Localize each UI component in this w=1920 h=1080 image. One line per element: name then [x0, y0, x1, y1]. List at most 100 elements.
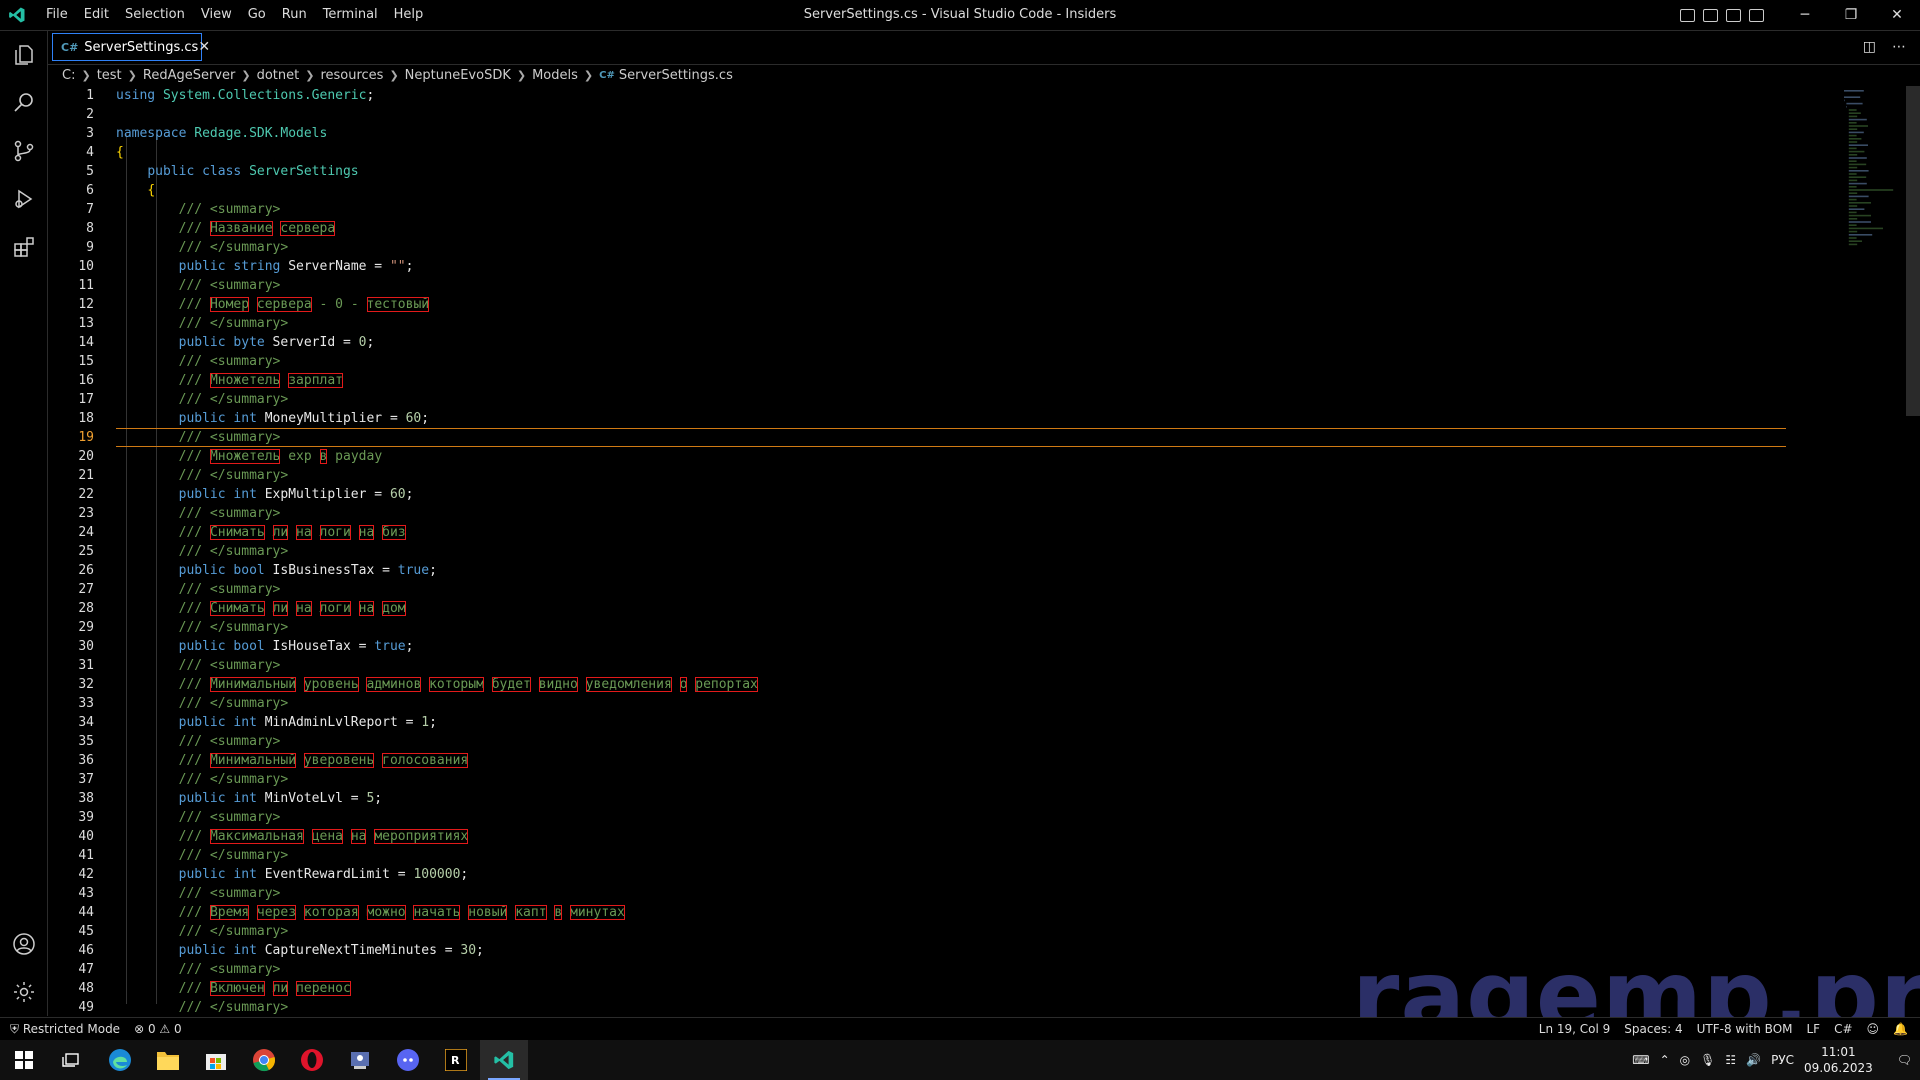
notification-center-icon[interactable]: 🗨 — [1897, 1053, 1912, 1067]
code-line[interactable]: /// Множетель зарплат — [116, 371, 1836, 390]
file-explorer-icon[interactable] — [144, 1040, 192, 1080]
code-line[interactable]: { — [116, 181, 1836, 200]
language-mode[interactable]: C# — [1834, 1022, 1852, 1036]
menu-help[interactable]: Help — [386, 0, 432, 30]
minimize-button[interactable]: ─ — [1782, 0, 1828, 30]
microphone-icon[interactable]: 🎙 — [1700, 1053, 1715, 1067]
code-line[interactable]: /// <summary> — [116, 732, 1836, 751]
breadcrumb-item[interactable]: C: — [62, 68, 75, 83]
code-line[interactable]: /// </summary> — [116, 922, 1836, 941]
network-icon[interactable]: ☷ — [1725, 1053, 1736, 1067]
code-line[interactable]: /// Минимальный уверовень голосования — [116, 751, 1836, 770]
restricted-mode-item[interactable]: ⛨ Restricted Mode — [10, 1022, 120, 1037]
code-line[interactable]: /// <summary> — [116, 428, 1786, 447]
code-line[interactable]: public int ExpMultiplier = 60; — [116, 485, 1836, 504]
input-language[interactable]: РУС — [1771, 1053, 1794, 1067]
more-actions-icon[interactable]: ⋯ — [1892, 39, 1906, 55]
camera-icon[interactable]: ◎ — [1680, 1053, 1690, 1067]
problems-item[interactable]: ⊗ 0 ⚠ 0 — [134, 1022, 182, 1036]
opera-icon[interactable] — [288, 1040, 336, 1080]
manage-gear-icon[interactable] — [0, 968, 47, 1016]
code-line[interactable]: /// <summary> — [116, 276, 1836, 295]
menu-view[interactable]: View — [193, 0, 240, 30]
code-line[interactable]: /// Снимать ли на логи на биз — [116, 523, 1836, 542]
code-line[interactable]: using System.Collections.Generic; — [116, 86, 1836, 105]
menu-terminal[interactable]: Terminal — [315, 0, 386, 30]
breadcrumb-item[interactable]: Models — [532, 68, 578, 83]
code-line[interactable]: /// Номер сервера - 0 - тестовый — [116, 295, 1836, 314]
indentation[interactable]: Spaces: 4 — [1624, 1022, 1682, 1036]
code-line[interactable]: namespace Redage.SDK.Models — [116, 124, 1836, 143]
code-line[interactable]: /// Множетель exp в payday — [116, 447, 1836, 466]
breadcrumb-item[interactable]: RedAgeServer — [143, 68, 235, 83]
code-line[interactable]: /// Максимальная цена на мероприятиях — [116, 827, 1836, 846]
run-debug-icon[interactable] — [0, 175, 47, 223]
code-line[interactable]: /// </summary> — [116, 542, 1836, 561]
breadcrumb-item[interactable]: ServerSettings.cs — [619, 68, 733, 83]
code-line[interactable]: /// <summary> — [116, 352, 1836, 371]
breadcrumb-item[interactable]: test — [97, 68, 122, 83]
menu-selection[interactable]: Selection — [117, 0, 193, 30]
code-line[interactable] — [116, 105, 1836, 124]
code-editor[interactable]: 1 2 3 4 5 6 7 8 9 10 11 12 13 14 15 16 17 18 19 20 21 22 23 24 2… — [48, 86, 1920, 1016]
code-line[interactable]: /// <summary> — [116, 656, 1836, 675]
code-line[interactable]: /// Минимальный уровень админов которым … — [116, 675, 1836, 694]
store-icon[interactable] — [192, 1040, 240, 1080]
accounts-icon[interactable] — [0, 920, 47, 968]
toggle-panel-icon[interactable] — [1703, 8, 1718, 22]
code-line[interactable]: public int EventRewardLimit = 100000; — [116, 865, 1836, 884]
task-view-icon[interactable] — [48, 1040, 96, 1080]
chrome-icon[interactable] — [240, 1040, 288, 1080]
menu-run[interactable]: Run — [274, 0, 315, 30]
code-line[interactable]: /// Снимать ли на логи на дом — [116, 599, 1836, 618]
code-line[interactable]: /// Время через которая можно начать нов… — [116, 903, 1836, 922]
notifications-bell-icon[interactable]: 🔔 — [1893, 1022, 1908, 1036]
code-line[interactable]: /// <summary> — [116, 580, 1836, 599]
restore-button[interactable]: ❐ — [1828, 0, 1874, 30]
toggle-secondary-sidebar-icon[interactable] — [1726, 8, 1741, 22]
explorer-icon[interactable] — [0, 31, 47, 79]
customize-layout-icon[interactable] — [1749, 8, 1764, 22]
edge-browser-icon[interactable] — [96, 1040, 144, 1080]
code-line[interactable]: /// </summary> — [116, 466, 1836, 485]
code-lines[interactable]: using System.Collections.Generic; namespa… — [116, 86, 1836, 1017]
code-line[interactable]: /// </summary> — [116, 846, 1836, 865]
show-hidden-icons-icon[interactable]: ⌃ — [1660, 1053, 1670, 1067]
clock[interactable]: 11:01 09.06.2023 — [1804, 1044, 1873, 1076]
breadcrumb-item[interactable]: resources — [320, 68, 383, 83]
code-line[interactable]: /// </summary> — [116, 390, 1836, 409]
code-line[interactable]: public int MinVoteLvl = 5; — [116, 789, 1836, 808]
code-line[interactable]: /// </summary> — [116, 238, 1836, 257]
code-line[interactable]: public bool IsHouseTax = true; — [116, 637, 1836, 656]
vscode-insiders-icon[interactable] — [480, 1040, 528, 1080]
menu-file[interactable]: File — [38, 0, 76, 30]
feedback-icon[interactable]: ☺ — [1867, 1022, 1880, 1036]
code-line[interactable]: /// </summary> — [116, 770, 1836, 789]
menu-go[interactable]: Go — [240, 0, 274, 30]
source-control-icon[interactable] — [0, 127, 47, 175]
code-line[interactable]: /// <summary> — [116, 884, 1836, 903]
keyboard-icon[interactable]: ⌨ — [1632, 1053, 1649, 1067]
breadcrumb-item[interactable]: dotnet — [257, 68, 300, 83]
cursor-position[interactable]: Ln 19, Col 9 — [1539, 1022, 1611, 1036]
tab-server-settings[interactable]: C# ServerSettings.cs ✕ — [52, 33, 210, 61]
toggle-primary-sidebar-icon[interactable] — [1680, 8, 1695, 22]
code-line[interactable]: /// <summary> — [116, 200, 1836, 219]
extensions-icon[interactable] — [0, 223, 47, 271]
start-windows-icon[interactable] — [0, 1040, 48, 1080]
split-editor-icon[interactable]: ◫ — [1863, 39, 1876, 55]
code-line[interactable]: /// <summary> — [116, 504, 1836, 523]
code-line[interactable]: { — [116, 143, 1836, 162]
encoding[interactable]: UTF-8 with BOM — [1697, 1022, 1793, 1036]
end-of-line[interactable]: LF — [1807, 1022, 1821, 1036]
code-line[interactable]: /// </summary> — [116, 314, 1836, 333]
volume-icon[interactable]: 🔊 — [1746, 1053, 1761, 1067]
close-tab-icon[interactable]: ✕ — [198, 39, 210, 55]
code-line[interactable]: public byte ServerId = 0; — [116, 333, 1836, 352]
code-line[interactable]: /// Название сервера — [116, 219, 1836, 238]
menu-edit[interactable]: Edit — [76, 0, 117, 30]
breadcrumb-item[interactable]: NeptuneEvoSDK — [405, 68, 511, 83]
close-window-button[interactable]: ✕ — [1874, 0, 1920, 30]
code-line[interactable]: public int MoneyMultiplier = 60; — [116, 409, 1836, 428]
search-icon[interactable] — [0, 79, 47, 127]
